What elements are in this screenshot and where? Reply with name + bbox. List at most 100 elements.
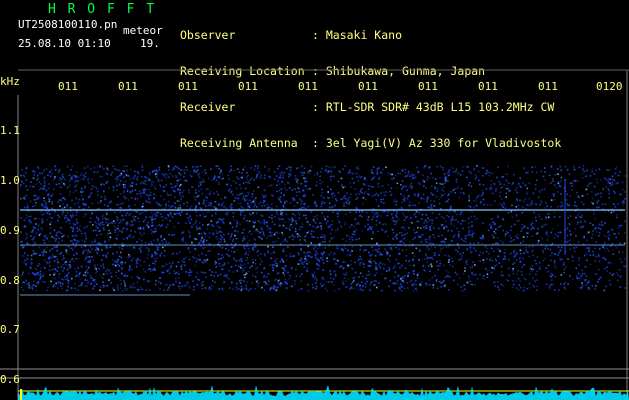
noise-speck — [235, 243, 237, 245]
noise-speck — [315, 287, 317, 290]
noise-speck — [182, 237, 184, 239]
noise-speck — [349, 251, 352, 254]
noise-speck — [370, 282, 372, 284]
noise-speck — [415, 284, 417, 286]
noise-speck — [386, 214, 389, 217]
noise-speck — [291, 189, 294, 191]
noise-speck — [185, 222, 187, 224]
noise-speck — [365, 277, 367, 280]
noise-speck — [55, 183, 58, 186]
noise-speck — [354, 271, 357, 274]
noise-speck — [553, 237, 556, 240]
noise-speck — [180, 265, 182, 268]
noise-speck — [42, 205, 45, 207]
noise-speck — [413, 193, 416, 195]
noise-speck — [278, 176, 281, 179]
noise-speck — [153, 180, 155, 183]
noise-speck — [112, 220, 115, 222]
noise-speck — [438, 227, 440, 230]
noise-speck — [184, 264, 186, 267]
noise-speck — [127, 256, 130, 259]
noise-speck — [402, 281, 405, 283]
noise-speck — [32, 177, 35, 180]
noise-speck — [207, 188, 209, 191]
noise-speck — [499, 183, 502, 185]
noise-speck — [152, 215, 154, 218]
noise-speck — [35, 194, 37, 197]
noise-speck — [451, 167, 454, 169]
noise-speck — [320, 222, 323, 224]
noise-speck — [466, 259, 468, 262]
noise-speck — [371, 226, 373, 229]
noise-speck — [422, 179, 424, 182]
noise-speck — [502, 217, 504, 220]
noise-speck — [324, 217, 327, 219]
noise-speck — [402, 238, 404, 240]
noise-speck — [353, 182, 355, 184]
noise-speck — [558, 183, 561, 185]
noise-speck — [351, 236, 353, 239]
noise-speck — [52, 285, 54, 288]
noise-speck — [62, 264, 64, 266]
noise-speck — [43, 182, 46, 184]
noise-speck — [51, 202, 54, 205]
noise-speck — [32, 231, 34, 233]
noise-speck — [252, 212, 254, 214]
noise-speck — [378, 282, 380, 284]
noise-speck — [314, 277, 316, 280]
noise-speck — [563, 271, 565, 274]
noise-speck — [479, 183, 481, 186]
noise-speck — [417, 193, 420, 196]
noise-speck — [511, 216, 513, 218]
noise-speck — [402, 276, 404, 278]
noise-speck — [568, 239, 571, 242]
noise-speck — [476, 277, 479, 280]
noise-speck — [323, 236, 326, 238]
noise-speck — [449, 211, 451, 213]
noise-speck — [217, 274, 219, 277]
noise-speck — [356, 196, 359, 199]
noise-speck — [84, 187, 86, 189]
noise-speck — [454, 210, 456, 213]
noise-speck — [75, 175, 78, 178]
noise-speck — [35, 285, 37, 287]
noise-speck — [180, 198, 182, 200]
noise-speck — [369, 265, 372, 267]
noise-speck — [260, 201, 262, 204]
noise-speck — [409, 175, 411, 177]
noise-speck — [124, 180, 127, 183]
noise-speck — [385, 191, 387, 193]
noise-speck — [580, 275, 582, 277]
noise-speck — [591, 191, 593, 193]
noise-speck — [448, 259, 450, 262]
noise-speck — [61, 207, 64, 210]
noise-speck — [52, 179, 55, 181]
noise-speck — [279, 218, 281, 221]
noise-speck — [32, 171, 34, 173]
noise-speck — [46, 289, 49, 292]
noise-speck — [501, 203, 503, 206]
noise-speck — [48, 183, 50, 185]
noise-speck — [521, 227, 524, 230]
noise-speck — [85, 237, 87, 240]
noise-speck — [604, 267, 606, 270]
noise-speck — [99, 222, 102, 224]
noise-speck — [195, 210, 197, 213]
noise-speck — [220, 218, 222, 221]
noise-speck — [516, 252, 519, 255]
noise-speck — [269, 176, 272, 179]
noise-speck — [460, 257, 463, 260]
noise-speck — [395, 213, 398, 215]
noise-speck — [416, 170, 419, 173]
noise-speck — [321, 195, 324, 198]
noise-speck — [275, 205, 278, 208]
noise-speck — [24, 252, 26, 254]
noise-speck — [371, 179, 373, 181]
noise-speck — [436, 165, 438, 168]
noise-speck — [80, 189, 83, 191]
noise-speck — [101, 277, 104, 279]
noise-speck — [443, 227, 445, 230]
noise-speck — [394, 271, 397, 273]
noise-speck — [327, 226, 330, 228]
noise-speck — [150, 232, 153, 235]
